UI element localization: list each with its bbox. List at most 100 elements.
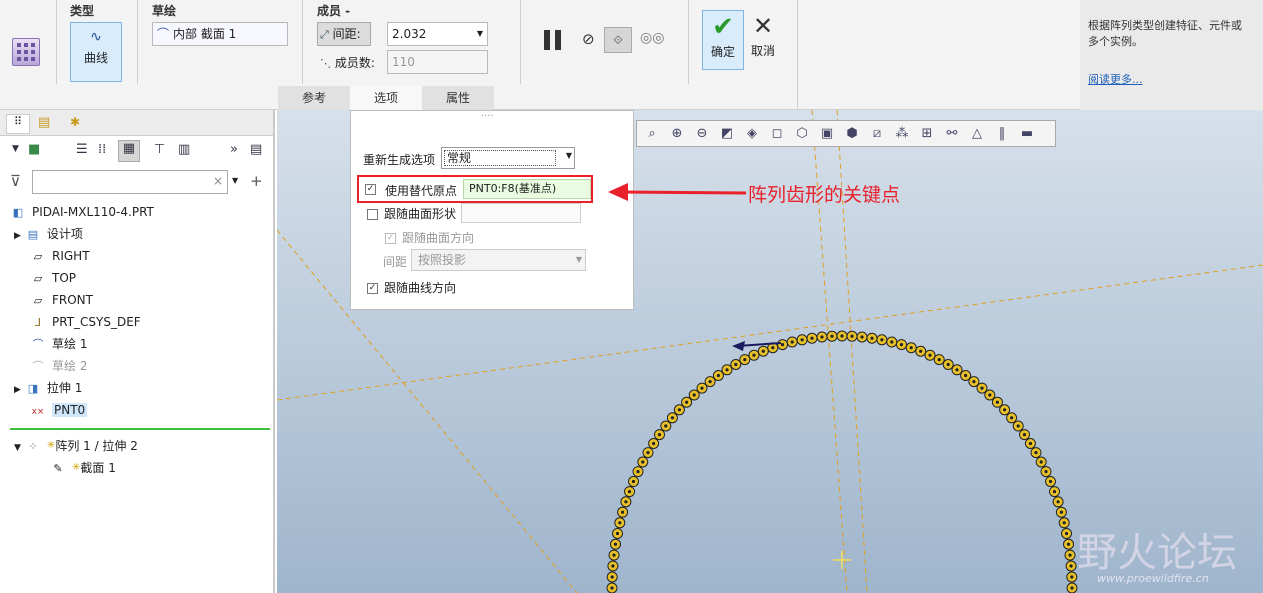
- glasses-preview-icon[interactable]: ◎◎: [640, 30, 664, 46]
- pattern-member-center: [612, 553, 616, 557]
- search-dropdown-icon[interactable]: ▼: [232, 176, 238, 185]
- expand-arrow-icon[interactable]: ▶: [14, 385, 21, 395]
- tab-properties[interactable]: 属性: [422, 86, 494, 110]
- display-icon[interactable]: ■: [28, 142, 40, 157]
- tree-item-label: 草绘 1: [52, 337, 88, 351]
- regen-select[interactable]: 常规 ▼: [441, 147, 575, 169]
- tree-filter-icon[interactable]: ⊤: [154, 142, 165, 157]
- tree-item-csys[interactable]: ⅃ PRT_CSYS_DEF: [30, 312, 141, 332]
- curve-icon: ∿: [90, 29, 102, 45]
- pattern-member-center: [646, 451, 650, 455]
- tree-item-pnt0[interactable]: x× PNT0: [30, 400, 88, 420]
- tree-item-sketch1[interactable]: ⌒ 草绘 1: [30, 334, 88, 354]
- dropdown-arrow-icon[interactable]: ▼: [477, 23, 483, 45]
- layer-tree-tab-icon[interactable]: ▤: [38, 115, 50, 130]
- alt-origin-collector[interactable]: PNT0:F8(基准点): [463, 179, 591, 199]
- spacing-select[interactable]: 按照投影 ▼: [411, 249, 586, 271]
- curve-type-button[interactable]: ∿ 曲线: [70, 22, 122, 82]
- collapse-arrow-icon[interactable]: ▼: [14, 443, 21, 453]
- info-panel: 根据阵列类型创建特征、元件或 多个实例。 阅读更多...: [1080, 0, 1263, 110]
- csys-icon: ⅃: [34, 316, 42, 329]
- tree-settings-icon[interactable]: ▦: [118, 140, 140, 162]
- tree-list-icon[interactable]: ☰: [76, 142, 88, 157]
- pattern-member-center: [657, 433, 662, 437]
- csys-display-icon[interactable]: ⊞: [918, 125, 936, 143]
- follow-surface-direction-checkbox[interactable]: ✓: [385, 233, 396, 244]
- insert-indicator[interactable]: [10, 428, 270, 430]
- zoom-in-icon[interactable]: ⊕: [668, 125, 686, 143]
- tree-notes-icon[interactable]: ▤: [250, 142, 262, 157]
- clear-icon[interactable]: ×: [213, 174, 223, 188]
- tree-columns-icon[interactable]: ⁞⁞: [98, 142, 106, 157]
- read-more-link[interactable]: 阅读更多...: [1088, 73, 1143, 86]
- tree-search-input[interactable]: ×: [32, 170, 228, 194]
- tree-item-label: 拉伸 1: [46, 381, 83, 395]
- pattern-member-center: [725, 368, 729, 372]
- spacing-button[interactable]: ⤢ 间距:: [317, 22, 371, 46]
- panel-grip[interactable]: ····: [481, 111, 494, 122]
- perspective-icon[interactable]: ⬢: [843, 125, 861, 143]
- follow-surface-shape-checkbox[interactable]: [367, 209, 378, 220]
- tree-item-pattern[interactable]: ▼ ⁘ ✳阵列 1 / 拉伸 2: [14, 436, 138, 456]
- member-count-label-group: ⋱ 成员数:: [320, 54, 375, 73]
- tree-item-label: PNT0: [52, 403, 88, 417]
- datum-planes-icon[interactable]: ⧄: [868, 125, 886, 143]
- tab-references[interactable]: 参考: [278, 86, 350, 110]
- cancel-button[interactable]: ✕ 取消: [748, 10, 778, 70]
- model-tree-tab-icon[interactable]: ⠿: [6, 114, 30, 134]
- expand-toggle-icon[interactable]: ▼: [12, 144, 19, 154]
- follow-surface-shape-collector[interactable]: [461, 203, 581, 223]
- expand-arrow-icon[interactable]: ▶: [14, 231, 21, 241]
- sketch-collector[interactable]: ⌒ 内部 截面 1: [152, 22, 288, 46]
- tree-item-sketch2[interactable]: ⌒ 草绘 2: [30, 356, 88, 376]
- no-preview-icon[interactable]: ⊘: [582, 30, 595, 48]
- tree-item-extrude1[interactable]: ▶ ◨ 拉伸 1: [14, 378, 82, 398]
- tree-item-design-items[interactable]: ▶ ▤ 设计项: [14, 224, 83, 244]
- pattern-member-center: [685, 400, 689, 404]
- add-filter-icon[interactable]: +: [250, 172, 263, 190]
- alt-origin-checkbox[interactable]: ✓: [365, 184, 376, 195]
- tree-item-label: RIGHT: [52, 249, 90, 263]
- spin-icon[interactable]: △: [968, 125, 986, 143]
- dropdown-arrow-icon[interactable]: ▼: [566, 151, 572, 160]
- pattern-member-center: [611, 564, 615, 568]
- display-style-icon[interactable]: ◻: [768, 125, 786, 143]
- pause-display-icon[interactable]: ‖: [993, 125, 1011, 143]
- follow-curve-direction-row: ✓ 跟随曲线方向: [367, 279, 456, 296]
- tree-item-part[interactable]: ◧ PIDAI-MXL110-4.PRT: [10, 202, 154, 222]
- refit-icon[interactable]: ⌕: [643, 125, 661, 143]
- sketch-icon: ⌒: [32, 338, 44, 351]
- spacing-input[interactable]: 2.032 ▼: [387, 22, 488, 46]
- sketch-collector-value: 内部 截面 1: [173, 27, 237, 41]
- tree-columns-setup-icon[interactable]: ▥: [178, 142, 190, 157]
- tree-item-right[interactable]: ▱ RIGHT: [30, 246, 90, 266]
- member-count-input[interactable]: 110: [387, 50, 488, 74]
- annotations-icon[interactable]: ⚯: [943, 125, 961, 143]
- appearance-icon[interactable]: ▬: [1018, 125, 1036, 143]
- saved-orientations-icon[interactable]: ⬡: [793, 125, 811, 143]
- pattern-member-center: [1070, 586, 1074, 590]
- pattern-member-center: [1034, 451, 1038, 455]
- favorites-tab-icon[interactable]: ✱: [70, 115, 80, 129]
- extrude-icon: ◨: [27, 382, 39, 395]
- view-manager-icon[interactable]: ▣: [818, 125, 836, 143]
- pause-icon-bar: [555, 30, 561, 50]
- pattern-member-center: [880, 338, 884, 342]
- tree-item-section[interactable]: ✎ ✳截面 1: [50, 458, 115, 478]
- repaint-icon[interactable]: ◩: [718, 125, 736, 143]
- follow-curve-direction-checkbox[interactable]: ✓: [367, 283, 378, 294]
- ok-button[interactable]: ✔ 确定: [702, 10, 744, 70]
- verify-model-icon[interactable]: ⟐: [604, 27, 632, 53]
- pattern-member-center: [752, 353, 756, 357]
- more-icon[interactable]: »: [230, 142, 238, 157]
- pattern-member-center: [700, 386, 704, 390]
- spacing-value: 2.032: [392, 27, 427, 41]
- pause-button[interactable]: [540, 28, 568, 52]
- dropdown-arrow-icon[interactable]: ▼: [576, 250, 582, 270]
- spin-center-icon[interactable]: ◈: [743, 125, 761, 143]
- tree-item-front[interactable]: ▱ FRONT: [30, 290, 93, 310]
- tree-item-top[interactable]: ▱ TOP: [30, 268, 76, 288]
- zoom-out-icon[interactable]: ⊖: [693, 125, 711, 143]
- tab-options[interactable]: 选项: [350, 86, 422, 110]
- datum-points-icon[interactable]: ⁂: [893, 125, 911, 143]
